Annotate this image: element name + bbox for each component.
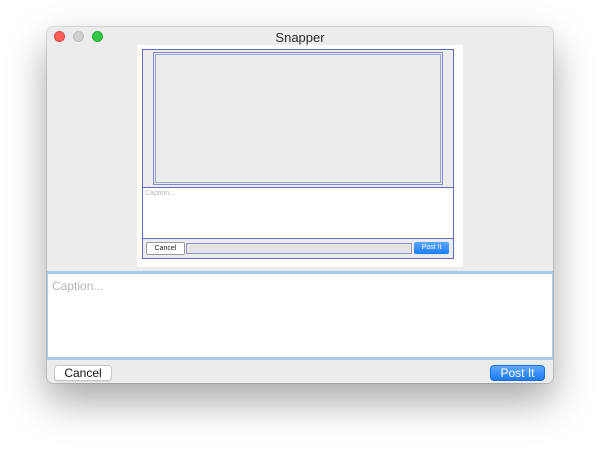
preview-caption-field: Caption... — [143, 187, 453, 239]
preview-caption-placeholder: Caption... — [145, 190, 175, 197]
post-it-button[interactable]: Post It — [490, 365, 545, 381]
preview-bottom-bar: Cancel Post It — [143, 240, 453, 258]
preview-image-inner-border — [155, 54, 441, 183]
caption-input[interactable]: Caption... — [47, 271, 553, 360]
preview-bar-track — [186, 243, 412, 254]
preview-window-frame: Caption... Cancel Post It — [142, 49, 454, 259]
caption-placeholder: Caption... — [52, 279, 104, 293]
app-window: Snapper Caption... Cancel Post It Captio… — [47, 27, 553, 383]
preview-image-area — [153, 52, 443, 185]
snapshot-preview-image: Caption... Cancel Post It — [137, 45, 463, 267]
preview-post-button: Post It — [414, 242, 449, 254]
window-title: Snapper — [275, 30, 325, 45]
preview-cancel-button: Cancel — [146, 242, 185, 255]
title-bar[interactable]: Snapper — [47, 27, 553, 47]
cancel-button[interactable]: Cancel — [54, 365, 112, 381]
